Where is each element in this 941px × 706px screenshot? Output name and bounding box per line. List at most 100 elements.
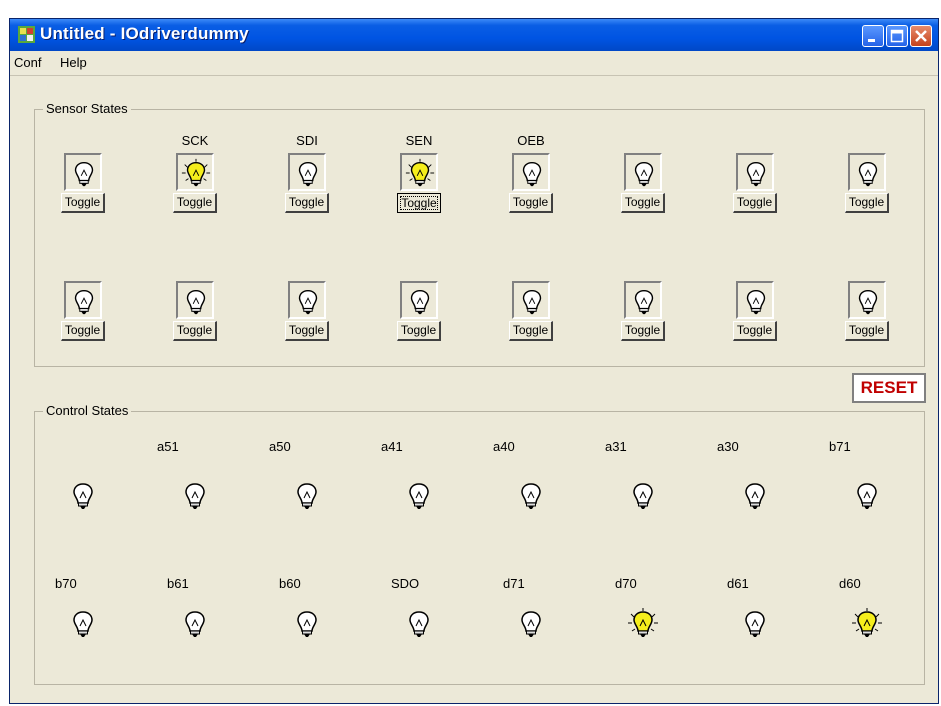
sensor-channel-label: SEN [405,133,433,148]
unlit-bulb-icon [73,483,93,509]
control-channel-label: a41 [381,439,403,454]
control-bulb [738,606,772,640]
unlit-bulb-icon [858,161,878,187]
toggle-button[interactable]: Toggle [621,193,665,213]
maximize-button[interactable] [886,25,908,47]
unlit-bulb-icon [746,289,766,315]
sensor-bulb [848,153,886,191]
control-bulb [850,478,884,512]
toggle-button[interactable]: Toggle [845,193,889,213]
sensor-channel-label: SCK [181,133,209,148]
sensor-bulb [64,153,102,191]
unlit-bulb-icon [522,161,542,187]
unlit-bulb-icon [858,289,878,315]
toggle-button[interactable]: Toggle [173,321,217,341]
toggle-button[interactable]: Toggle [509,321,553,341]
toggle-button[interactable]: Toggle [733,193,777,213]
sensor-bulb [64,281,102,319]
toggle-button[interactable]: Toggle [285,321,329,341]
control-bulb [514,606,548,640]
minimize-button[interactable] [862,25,884,47]
lit-bulb-icon [628,608,658,637]
control-channel-label: d60 [839,576,861,591]
control-bulb [290,478,324,512]
unlit-bulb-icon [745,483,765,509]
control-bulb [402,606,436,640]
sensor-bulb [624,153,662,191]
menu-bar: Conf Help [10,51,938,76]
sensor-bulb [288,153,326,191]
control-bulb [850,606,884,640]
control-channel-label: a40 [493,439,515,454]
control-channel-label: a51 [157,439,179,454]
control-bulb [66,606,100,640]
unlit-bulb-icon [74,161,94,187]
sensor-bulb [736,281,774,319]
unlit-bulb-icon [634,161,654,187]
sensor-bulb [848,281,886,319]
control-channel-label: b71 [829,439,851,454]
unlit-bulb-icon [521,483,541,509]
app-icon [18,26,35,43]
control-bulb [626,478,660,512]
unlit-bulb-icon [297,483,317,509]
toggle-button[interactable]: Toggle [397,193,441,213]
control-bulb [626,606,660,640]
sensor-bulb [176,281,214,319]
control-channel-label: d61 [727,576,749,591]
sensor-bulb [288,281,326,319]
control-bulb [290,606,324,640]
control-bulb [402,478,436,512]
title-bar[interactable]: Untitled - IOdriverdummy [10,19,938,51]
toggle-button[interactable]: Toggle [61,321,105,341]
unlit-bulb-icon [297,611,317,637]
toggle-button[interactable]: Toggle [621,321,665,341]
unlit-bulb-icon [522,289,542,315]
unlit-bulb-icon [298,289,318,315]
control-channel-label: SDO [391,576,420,591]
unlit-bulb-icon [186,289,206,315]
toggle-button[interactable]: Toggle [285,193,329,213]
unlit-bulb-icon [745,611,765,637]
unlit-bulb-icon [409,611,429,637]
toggle-button[interactable]: Toggle [509,193,553,213]
sensor-bulb [736,153,774,191]
unlit-bulb-icon [746,161,766,187]
control-bulb [178,478,212,512]
sensor-states-title: Sensor States [43,101,131,116]
app-window: Untitled - IOdriverdummy Conf Help Senso… [9,18,939,704]
sensor-bulb [400,153,438,191]
toggle-button[interactable]: Toggle [397,321,441,341]
lit-bulb-icon [181,158,211,187]
toggle-button[interactable]: Toggle [173,193,217,213]
control-channel-label: d71 [503,576,525,591]
sensor-channel-label: OEB [517,133,545,148]
control-channel-label: b60 [279,576,301,591]
close-icon [915,30,927,42]
sensor-bulb [512,153,550,191]
maximize-icon [890,29,904,43]
menu-conf[interactable]: Conf [14,55,41,70]
toggle-button[interactable]: Toggle [733,321,777,341]
unlit-bulb-icon [521,611,541,637]
unlit-bulb-icon [634,289,654,315]
control-channel-label: a31 [605,439,627,454]
control-channel-label: b70 [55,576,77,591]
unlit-bulb-icon [298,161,318,187]
toggle-button[interactable]: Toggle [845,321,889,341]
control-channel-label: a30 [717,439,739,454]
control-channel-label: d70 [615,576,637,591]
unlit-bulb-icon [633,483,653,509]
unlit-bulb-icon [185,611,205,637]
sensor-channel-label: SDI [296,133,318,148]
control-channel-label: a50 [269,439,291,454]
unlit-bulb-icon [410,289,430,315]
reset-button[interactable]: RESET [852,373,926,403]
unlit-bulb-icon [857,483,877,509]
menu-help[interactable]: Help [60,55,87,70]
lit-bulb-icon [852,608,882,637]
close-button[interactable] [910,25,932,47]
toggle-button[interactable]: Toggle [61,193,105,213]
sensor-bulb [400,281,438,319]
sensor-bulb [512,281,550,319]
